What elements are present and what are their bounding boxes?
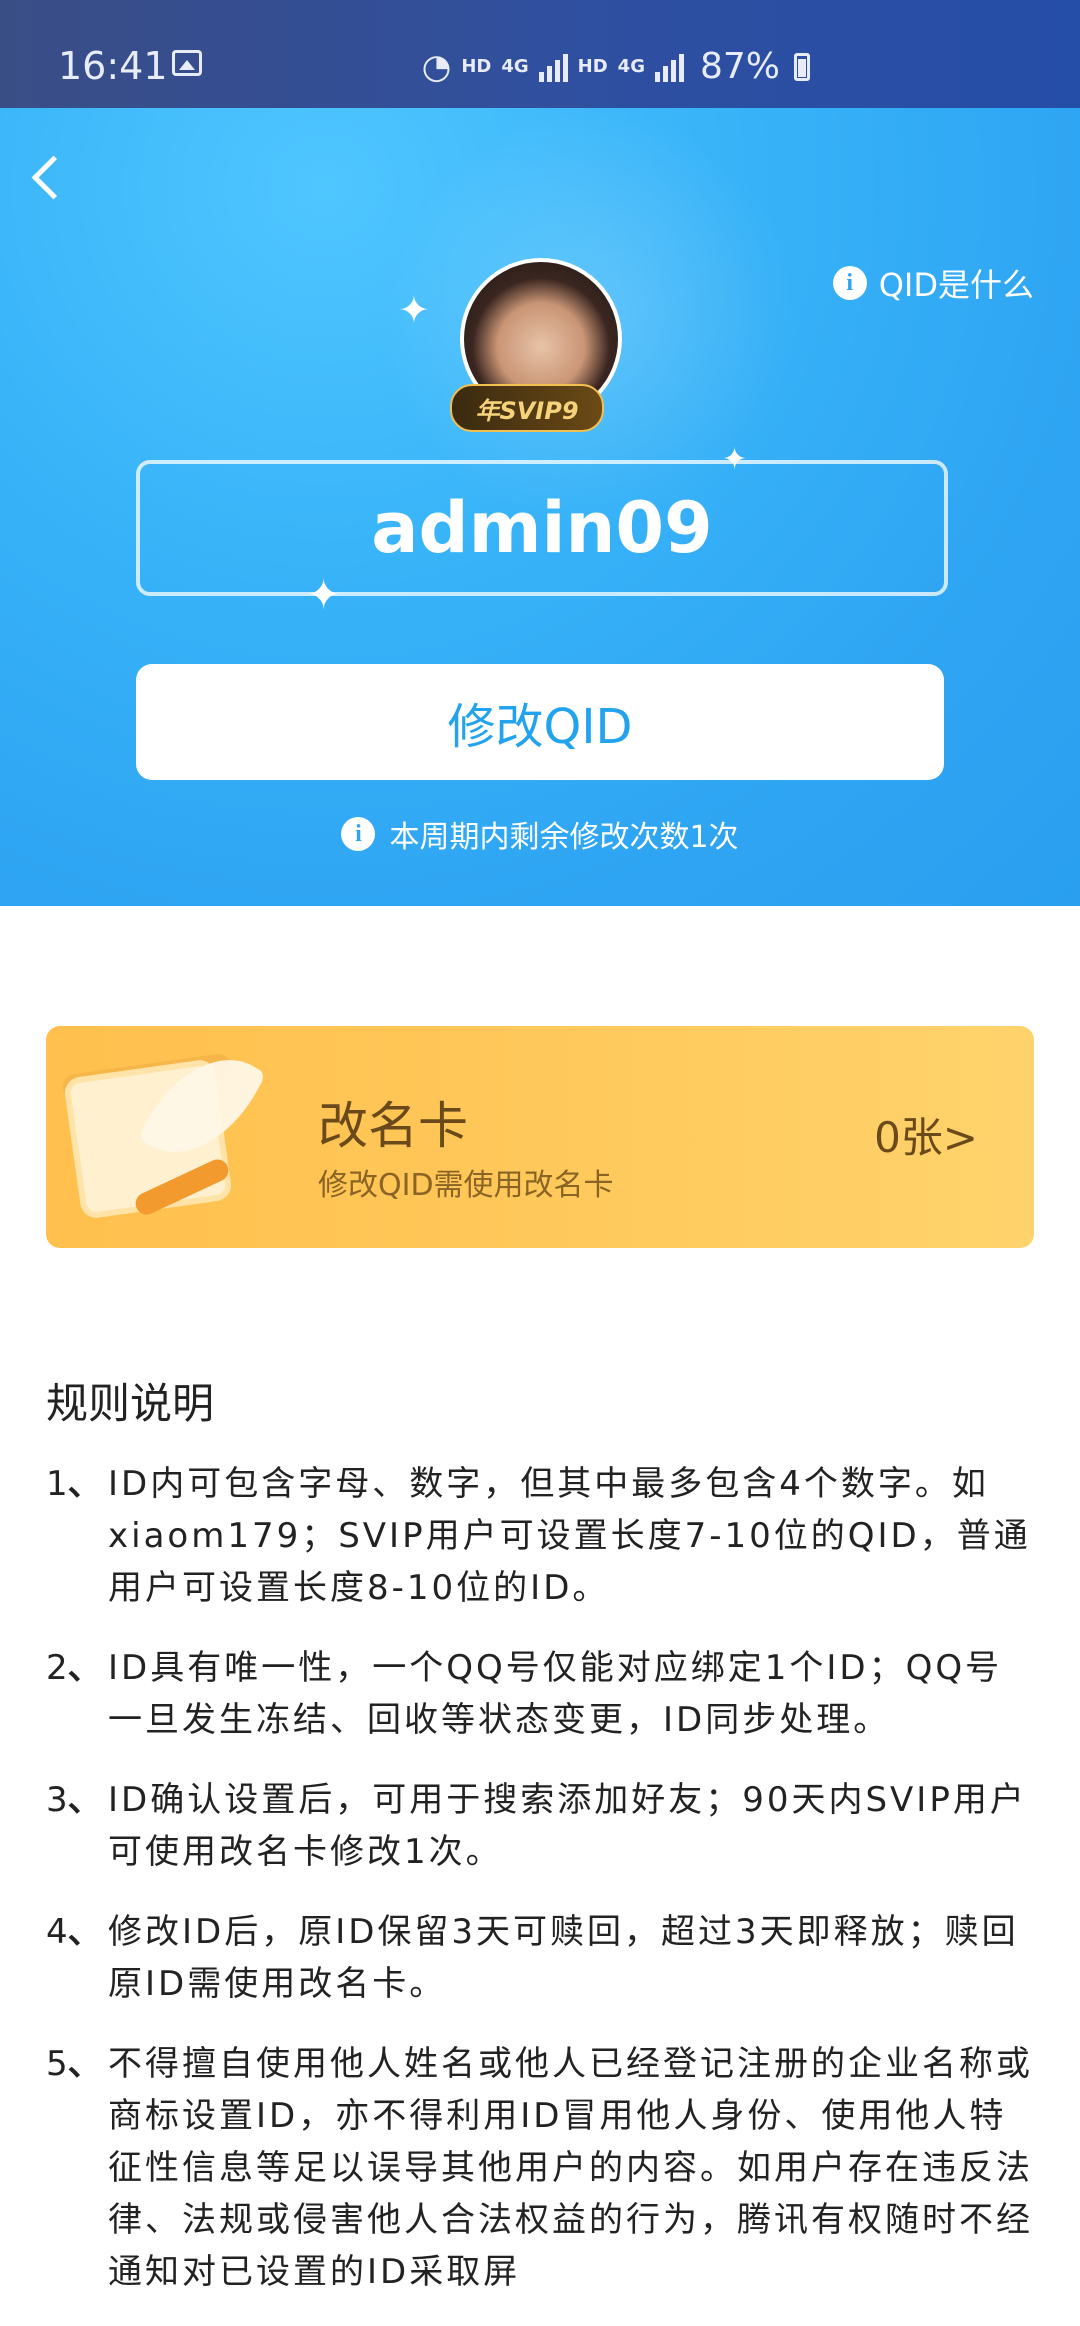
rule-text: ID具有唯一性，一个QQ号仅能对应绑定1个ID；QQ号一旦发生冻结、回收等状态变… [108,1648,1003,1740]
battery-icon [794,52,810,81]
network-hd-label-2: HD [577,56,608,77]
network-type-label-2: 4G [617,56,645,77]
network-type-label-1: 4G [501,56,529,77]
rule-item: 1、 ID内可包含字母、数字，但其中最多包含4个数字。如xiaom179；SVI… [46,1458,1036,1614]
signal-icon-1 [538,52,568,82]
rule-item: 2、 ID具有唯一性，一个QQ号仅能对应绑定1个ID；QQ号一旦发生冻结、回收等… [46,1642,1036,1746]
avatar-container[interactable]: 年SVIP9 [450,258,622,432]
rename-card-title: 改名卡 [318,1097,468,1155]
rule-number: 4 [46,1912,68,1952]
status-icons: ◔ HD 4G HD 4G 87% [422,46,810,87]
rule-item: 3、 ID确认设置后，可用于搜索添加好友；90天内SVIP用户可使用改名卡修改1… [46,1774,1036,1878]
rules-title: 规则说明 [46,1379,215,1428]
network-hd-label-1: HD [461,56,492,77]
status-bar: 16:41 ◔ HD 4G HD 4G 87% [0,0,1080,108]
rename-card-count[interactable]: 0张> [874,1104,978,1165]
battery-percent: 87% [699,46,780,87]
scroll-quill-icon [52,1034,267,1219]
remaining-changes-text: 本周期内剩余修改次数1次 [389,820,739,855]
svip-badge: 年SVIP9 [450,384,604,432]
gallery-notification-icon [172,50,202,76]
qid-help-label: QID是什么 [878,266,1034,304]
rule-text: 不得擅自使用他人姓名或他人已经登记注册的企业名称或商标设置ID，亦不得利用ID冒… [108,2044,1033,2292]
wifi-icon: ◔ [421,46,452,87]
signal-icon-2 [654,52,684,82]
rule-text: 修改ID后，原ID保留3天可赎回，超过3天即释放；赎回原ID需使用改名卡。 [108,1912,1019,2004]
rule-number: 3 [46,1780,68,1820]
qid-display: admin09 [136,460,948,596]
rule-text: ID内可包含字母、数字，但其中最多包含4个数字。如xiaom179；SVIP用户… [108,1464,1031,1608]
rename-card[interactable]: 改名卡 修改QID需使用改名卡 0张> [46,1026,1034,1248]
sparkle-icon: ✦ [398,288,430,332]
info-icon: i [341,817,376,851]
rule-number: 2 [46,1648,68,1688]
rule-text: ID确认设置后，可用于搜索添加好友；90天内SVIP用户可使用改名卡修改1次。 [108,1780,1027,1872]
remaining-changes-note: i 本周期内剩余修改次数1次 [0,812,1080,856]
rename-card-subtitle: 修改QID需使用改名卡 [318,1168,614,1203]
qid-help-link[interactable]: i QID是什么 [832,260,1034,306]
rule-item: 4、 修改ID后，原ID保留3天可赎回，超过3天即释放；赎回原ID需使用改名卡。 [46,1906,1036,2010]
rule-number: 5 [46,2044,68,2084]
back-arrow-icon[interactable] [20,148,80,208]
rules-list: 1、 ID内可包含字母、数字，但其中最多包含4个数字。如xiaom179；SVI… [46,1458,1036,2326]
qid-header: i QID是什么 年SVIP9 ✦ ✦ ✦ admin09 修改QID i 本周… [0,108,1080,906]
modify-qid-button[interactable]: 修改QID [136,664,944,780]
status-time: 16:41 [58,44,168,88]
info-icon: i [832,266,867,300]
rule-number: 1 [46,1464,68,1504]
rule-item: 5、 不得擅自使用他人姓名或他人已经登记注册的企业名称或商标设置ID，亦不得利用… [46,2038,1036,2298]
